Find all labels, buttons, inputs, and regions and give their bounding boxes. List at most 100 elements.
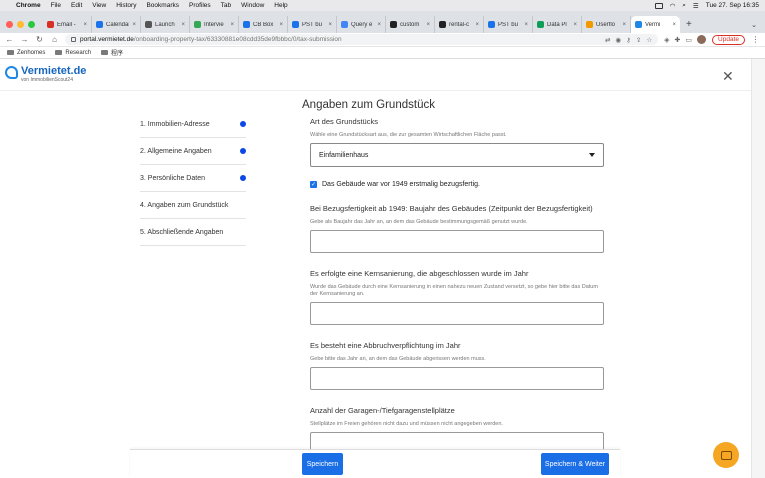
tab-close-icon[interactable]: × <box>230 22 234 28</box>
browser-tab[interactable]: Intervie × <box>190 16 239 33</box>
browser-tab[interactable]: rental-c × <box>435 16 484 33</box>
menu-tab[interactable]: Tab <box>221 2 231 9</box>
bookmark-zenhomes[interactable]: Zenhomes <box>7 50 45 56</box>
browser-tab[interactable]: Query e × <box>337 16 386 33</box>
tab-close-icon[interactable]: × <box>377 22 381 28</box>
extension-icons: ◈ ✚ ▭ <box>664 35 707 44</box>
art-select[interactable]: Einfamilienhaus <box>310 143 604 167</box>
progress-steps: 1. Immobilien-Adresse 2. Allgemeine Angab… <box>140 111 246 246</box>
omnibox-icons: ⇄ ◉ ⚷ ⇪ ☆ <box>605 36 652 44</box>
search-icon[interactable]: ⌕ <box>682 2 686 10</box>
browser-tab[interactable]: Data Pl × <box>533 16 582 33</box>
menu-profiles[interactable]: Profiles <box>189 2 211 9</box>
baujahr-label: Bei Bezugsfertigkeit ab 1949: Baujahr de… <box>310 204 593 213</box>
progress-step[interactable]: 5. Abschließende Angaben <box>140 219 246 246</box>
new-tab-button[interactable]: + <box>680 16 698 33</box>
tab-close-icon[interactable]: × <box>181 22 185 28</box>
key-icon[interactable]: ⚷ <box>626 36 631 44</box>
share-icon[interactable]: ⇪ <box>636 36 641 44</box>
minimize-window-button[interactable] <box>17 20 24 28</box>
bookmark-label: 程序 <box>111 51 124 57</box>
tab-favicon-icon <box>194 21 201 28</box>
tab-close-icon[interactable]: × <box>132 22 136 28</box>
progress-step[interactable]: 3. Persönliche Daten <box>140 165 246 192</box>
menu-edit[interactable]: Edit <box>71 2 82 9</box>
menu-chrome[interactable]: Chrome <box>16 2 41 9</box>
tab-search-chevron-icon[interactable]: ⌄ <box>743 16 765 33</box>
address-bar[interactable]: portal.vermietet.de/onboarding-property-… <box>65 34 659 45</box>
progress-step[interactable]: 1. Immobilien-Adresse <box>140 111 246 138</box>
browser-tab[interactable]: Email - × <box>43 16 92 33</box>
abbruch-input[interactable] <box>310 367 604 390</box>
browser-tab[interactable]: CB Box × <box>239 16 288 33</box>
menu-history[interactable]: History <box>116 2 136 9</box>
tab-close-icon[interactable]: × <box>426 22 430 28</box>
browser-tab[interactable]: Launch × <box>141 16 190 33</box>
side-panel-icon[interactable]: ▭ <box>685 36 692 44</box>
tab-close-icon[interactable]: × <box>622 22 626 28</box>
menu-file[interactable]: File <box>51 2 61 9</box>
progress-step[interactable]: 2. Allgemeine Angaben <box>140 138 246 165</box>
profile-avatar[interactable] <box>697 35 707 44</box>
bookmark-program[interactable]: 程序 <box>101 48 123 57</box>
bookmark-star-icon[interactable]: ☆ <box>646 36 652 44</box>
browser-tab[interactable]: Userflo × <box>582 16 631 33</box>
browser-toolbar: ← → ↻ ⌂ portal.vermietet.de/onboarding-p… <box>0 33 765 47</box>
location-icon[interactable]: ◉ <box>615 36 621 44</box>
tab-close-icon[interactable]: × <box>672 22 676 28</box>
tab-favicon-icon <box>390 21 397 28</box>
menu-bookmarks[interactable]: Bookmarks <box>146 2 179 9</box>
tab-label: rental-c <box>449 21 470 28</box>
page-scrollbar[interactable] <box>751 59 765 478</box>
update-button[interactable]: Update <box>712 34 745 45</box>
web-page: Vermietet.de von ImmobilienScout24 ✕ 1. … <box>0 59 765 478</box>
browser-tab[interactable]: Calendar × <box>92 16 141 33</box>
battery-icon[interactable] <box>654 2 663 9</box>
menu-window[interactable]: Window <box>241 2 264 9</box>
more-menu-icon[interactable]: ⋮ <box>751 35 760 44</box>
zoom-window-button[interactable] <box>28 20 35 28</box>
pre-1949-checkbox-row[interactable]: ✓ Das Gebäude war vor 1949 erstmalig bez… <box>310 181 610 188</box>
folder-icon <box>7 50 14 55</box>
lock-icon[interactable] <box>71 37 76 42</box>
vermietet-logo[interactable]: Vermietet.de von ImmobilienScout24 <box>5 66 86 83</box>
step-complete-dot-icon <box>240 175 246 181</box>
tab-strip: Email - × Calendar × Launch × Intervie × CB Box ×… <box>0 11 765 33</box>
tab-close-icon[interactable]: × <box>279 22 283 28</box>
chat-button[interactable] <box>713 442 739 468</box>
kernsanierung-input[interactable] <box>310 302 604 325</box>
wifi-icon[interactable]: ◠ <box>670 2 676 10</box>
tab-favicon-icon <box>292 21 299 28</box>
tab-label: Calendar <box>106 21 130 28</box>
bookmark-research[interactable]: Research <box>55 50 91 56</box>
close-icon[interactable]: ✕ <box>722 68 734 85</box>
browser-tab[interactable]: PST bu × <box>288 16 337 33</box>
extension-icon[interactable]: ◈ <box>664 36 669 44</box>
tab-close-icon[interactable]: × <box>475 22 479 28</box>
tab-close-icon[interactable]: × <box>573 22 577 28</box>
tab-label: Userflo <box>596 21 616 28</box>
browser-tab[interactable]: custom × <box>386 16 435 33</box>
browser-tab[interactable]: PST bu × <box>484 16 533 33</box>
puzzle-icon[interactable]: ✚ <box>675 36 681 44</box>
tab-close-icon[interactable]: × <box>83 22 87 28</box>
save-button[interactable]: Speichern <box>302 453 343 475</box>
menu-view[interactable]: View <box>92 2 106 9</box>
tab-close-icon[interactable]: × <box>328 22 332 28</box>
control-center-icon[interactable]: ☰ <box>693 2 699 10</box>
save-next-button[interactable]: Speichern & Weiter <box>541 453 609 475</box>
progress-step[interactable]: 4. Angaben zum Grundstück <box>140 192 246 219</box>
forward-arrow-icon[interactable]: → <box>20 35 29 44</box>
baujahr-input[interactable] <box>310 230 604 253</box>
close-window-button[interactable] <box>6 20 13 28</box>
translate-icon[interactable]: ⇄ <box>605 36 610 44</box>
menubar-clock[interactable]: Tue 27. Sep 16:35 <box>706 2 759 9</box>
baujahr-hint: Gebe als Baujahr das Jahr an, an dem das… <box>310 219 528 225</box>
browser-tab[interactable]: Vermi × <box>631 16 680 33</box>
tab-close-icon[interactable]: × <box>524 22 528 28</box>
back-arrow-icon[interactable]: ← <box>5 35 14 44</box>
menu-help[interactable]: Help <box>274 2 287 9</box>
reload-icon[interactable]: ↻ <box>35 35 44 44</box>
checkmark-icon[interactable]: ✓ <box>310 181 317 188</box>
home-icon[interactable]: ⌂ <box>50 35 59 44</box>
